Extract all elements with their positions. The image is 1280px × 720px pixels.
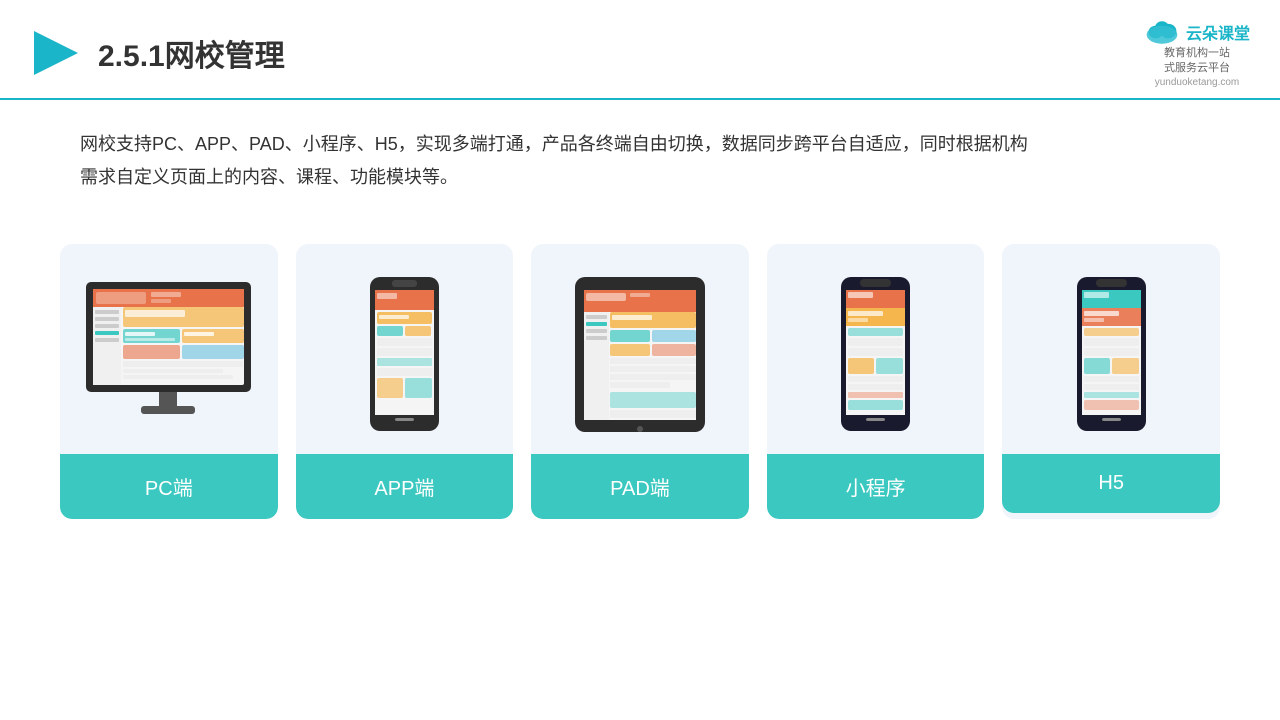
card-app: APP端 xyxy=(296,244,514,519)
card-app-label: APP端 xyxy=(296,454,514,519)
card-miniprogram-image xyxy=(767,244,985,454)
card-pc-image xyxy=(60,244,278,454)
card-h5: H5 xyxy=(1002,244,1220,519)
description-line2: 需求自定义页面上的内容、课程、功能模块等。 xyxy=(80,161,1200,194)
app-phone-svg xyxy=(367,274,442,434)
pc-mockup-svg xyxy=(81,277,256,432)
pad-tablet-svg xyxy=(570,272,710,437)
header: 2.5.1网校管理 云朵课堂 教育机构一站式服务云平台 yunduoketang… xyxy=(0,0,1280,100)
logo-sub: 教育机构一站式服务云平台 xyxy=(1164,46,1230,77)
play-icon xyxy=(30,27,82,79)
h5-phone-svg xyxy=(1074,274,1149,434)
logo-text: 云朵课堂 xyxy=(1186,20,1250,44)
card-pad: PAD端 xyxy=(531,244,749,519)
card-miniprogram: 小程序 xyxy=(767,244,985,519)
logo-url: yunduoketang.com xyxy=(1155,77,1240,88)
card-pad-label: PAD端 xyxy=(531,454,749,519)
card-h5-label: H5 xyxy=(1002,454,1220,513)
cloud-icon xyxy=(1144,18,1180,46)
cards-container: PC端 xyxy=(0,214,1280,549)
page-title: 2.5.1网校管理 xyxy=(98,31,285,75)
description-block: 网校支持PC、APP、PAD、小程序、H5，实现多端打通，产品各终端自由切换，数… xyxy=(0,100,1280,205)
header-left: 2.5.1网校管理 xyxy=(30,27,285,79)
logo-cloud: 云朵课堂 xyxy=(1144,18,1250,46)
card-miniprogram-label: 小程序 xyxy=(767,454,985,519)
card-pc-label: PC端 xyxy=(60,454,278,519)
logo-area: 云朵课堂 教育机构一站式服务云平台 yunduoketang.com xyxy=(1144,18,1250,88)
description-line1: 网校支持PC、APP、PAD、小程序、H5，实现多端打通，产品各终端自由切换，数… xyxy=(80,128,1200,161)
card-h5-image xyxy=(1002,244,1220,454)
card-pad-image xyxy=(531,244,749,454)
miniprogram-phone-svg xyxy=(838,274,913,434)
card-app-image xyxy=(296,244,514,454)
card-pc: PC端 xyxy=(60,244,278,519)
